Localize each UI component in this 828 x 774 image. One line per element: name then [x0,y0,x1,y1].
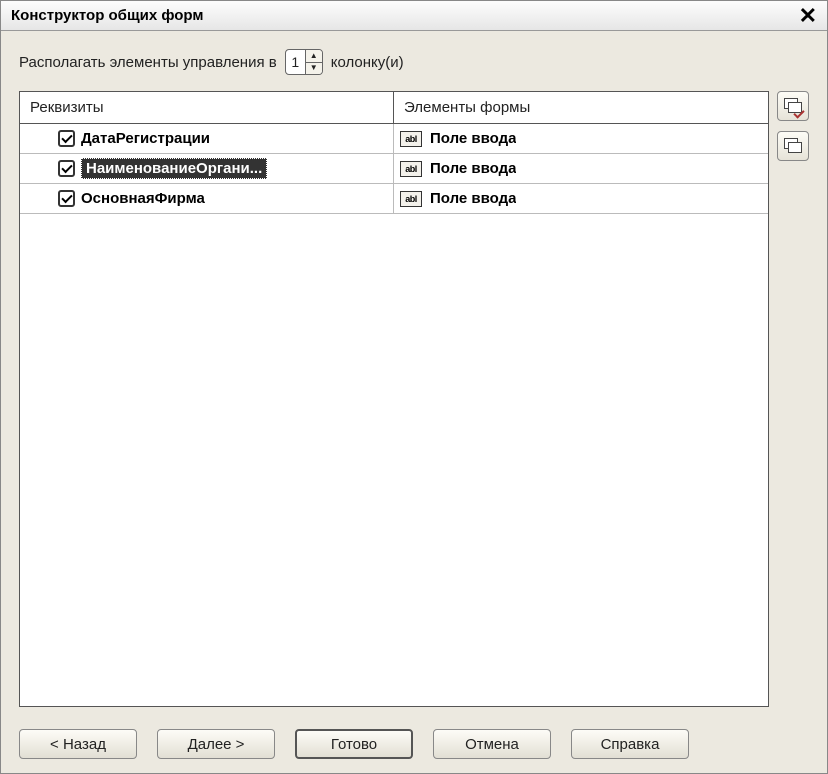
attributes-table: Реквизиты Элементы формы ДатаРегистрации… [19,91,769,707]
cell-element: abl Поле ввода [394,154,768,183]
table-row[interactable]: ОсновнаяФирма abl Поле ввода [20,184,768,214]
next-button[interactable]: Далее > [157,729,275,759]
element-type: Поле ввода [430,160,516,177]
finish-button[interactable]: Готово [295,729,413,759]
cell-attribute: НаименованиеОргани... [20,154,394,183]
column-count-label-before: Располагать элементы управления в [19,54,277,71]
input-field-icon: abl [400,131,422,147]
window-title: Конструктор общих форм [11,7,204,24]
titlebar: Конструктор общих форм ✕ [1,1,827,31]
col-header-elements[interactable]: Элементы формы [394,92,768,123]
spinner-arrows: ▲ ▼ [306,50,322,74]
back-button[interactable]: < Назад [19,729,137,759]
input-field-icon: abl [400,191,422,207]
checkmark-icon [61,161,72,172]
select-all-button[interactable] [777,91,809,121]
cell-attribute: ОсновнаяФирма [20,184,394,213]
cell-element: abl Поле ввода [394,184,768,213]
help-button[interactable]: Справка [571,729,689,759]
cell-element: abl Поле ввода [394,124,768,153]
dialog-window: Конструктор общих форм ✕ Располагать эле… [0,0,828,774]
button-bar: < Назад Далее > Готово Отмена Справка [1,717,827,773]
column-count-row: Располагать элементы управления в 1 ▲ ▼ … [19,49,809,75]
table-header: Реквизиты Элементы формы [20,92,768,124]
input-field-icon: abl [400,161,422,177]
table-body: ДатаРегистрацииablПоле вводаНаименование… [20,124,768,706]
table-row[interactable]: ДатаРегистрации abl Поле ввода [20,124,768,154]
checkmark-icon [61,191,72,202]
col-header-attributes[interactable]: Реквизиты [20,92,394,123]
close-icon[interactable]: ✕ [795,5,821,27]
checkbox[interactable] [58,160,75,177]
table-row[interactable]: НаименованиеОргани... abl Поле ввода [20,154,768,184]
cell-attribute: ДатаРегистрации [20,124,394,153]
column-count-label-after: колонку(и) [331,54,404,71]
column-count-spinner[interactable]: 1 ▲ ▼ [285,49,323,75]
attribute-name: ДатаРегистрации [81,130,210,147]
checkbox[interactable] [58,130,75,147]
side-toolbar [777,91,809,707]
spinner-down-icon[interactable]: ▼ [306,63,322,75]
stacked-rect-icon [788,142,802,153]
element-type: Поле ввода [430,190,516,207]
attribute-name: ОсновнаяФирма [81,190,205,207]
main-area: Реквизиты Элементы формы ДатаРегистрации… [19,91,809,707]
cancel-button[interactable]: Отмена [433,729,551,759]
attribute-name: НаименованиеОргани... [81,158,267,179]
element-type: Поле ввода [430,130,516,147]
checkmark-icon [61,131,72,142]
column-count-value: 1 [286,50,306,74]
deselect-all-button[interactable] [777,131,809,161]
content-area: Располагать элементы управления в 1 ▲ ▼ … [1,31,827,717]
checkbox[interactable] [58,190,75,207]
spinner-up-icon[interactable]: ▲ [306,50,322,63]
